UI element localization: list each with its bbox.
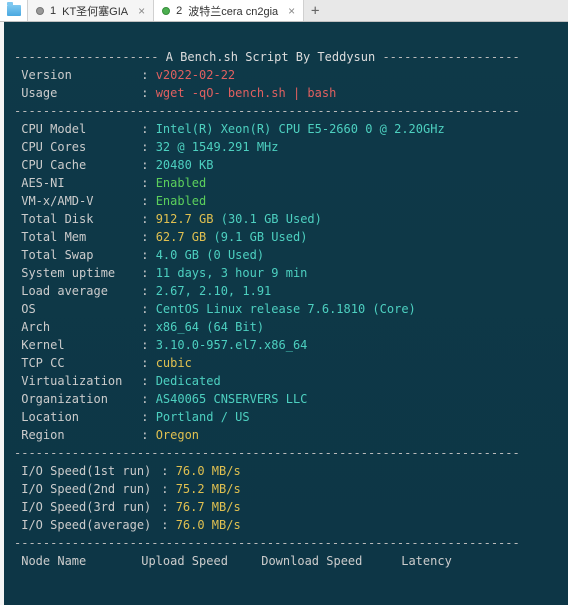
value-ioavg: 76.0 MB/s bbox=[176, 518, 241, 532]
tab-label: 波特兰cera cn2gia bbox=[188, 3, 278, 19]
label-io1: I/O Speed(1st run) bbox=[21, 462, 161, 480]
value-io2: 75.2 MB/s bbox=[176, 482, 241, 496]
label-location: Location bbox=[21, 408, 141, 426]
value-tcp-cc: cubic bbox=[156, 356, 192, 370]
value-total-mem: 62.7 GB bbox=[156, 230, 207, 244]
value-io1: 76.0 MB/s bbox=[176, 464, 241, 478]
divider: ----------------------------------------… bbox=[14, 104, 520, 118]
value-cpu-cache: 20480 KB bbox=[156, 158, 214, 172]
value-vmx: Enabled bbox=[156, 194, 207, 208]
folder-icon bbox=[7, 5, 21, 16]
value-cpu-model: Intel(R) Xeon(R) CPU E5-2660 0 @ 2.20GHz bbox=[156, 122, 445, 136]
label-io2: I/O Speed(2nd run) bbox=[21, 480, 161, 498]
label-uptime: System uptime bbox=[21, 264, 141, 282]
status-dot-active bbox=[162, 7, 170, 15]
value-kernel: 3.10.0-957.el7.x86_64 bbox=[156, 338, 308, 352]
tab-index: 2 bbox=[176, 5, 182, 17]
value-load-avg: 2.67, 2.10, 1.91 bbox=[156, 284, 272, 298]
col-latency: Latency bbox=[401, 552, 452, 570]
script-title: A Bench.sh Script By Teddysun bbox=[166, 50, 376, 64]
label-total-swap: Total Swap bbox=[21, 246, 141, 264]
value-io3: 76.7 MB/s bbox=[176, 500, 241, 514]
label-usage: Usage bbox=[21, 84, 141, 102]
col-node: Node Name bbox=[21, 552, 141, 570]
tab-label: KT圣何塞GIA bbox=[62, 3, 128, 19]
col-upload: Upload Speed bbox=[141, 552, 261, 570]
value-cpu-cores: 32 @ 1549.291 MHz bbox=[156, 140, 279, 154]
value-org: AS40065 CNSERVERS LLC bbox=[156, 392, 308, 406]
value-total-disk: 912.7 GB bbox=[156, 212, 214, 226]
label-io3: I/O Speed(3rd run) bbox=[21, 498, 161, 516]
label-kernel: Kernel bbox=[21, 336, 141, 354]
label-version: Version bbox=[21, 66, 141, 84]
label-cpu-cache: CPU Cache bbox=[21, 156, 141, 174]
note-total-disk: (30.1 GB Used) bbox=[221, 212, 322, 226]
label-region: Region bbox=[21, 426, 141, 444]
col-download: Download Speed bbox=[261, 552, 401, 570]
label-arch: Arch bbox=[21, 318, 141, 336]
label-total-disk: Total Disk bbox=[21, 210, 141, 228]
tab-1[interactable]: 1 KT圣何塞GIA × bbox=[28, 0, 154, 21]
terminal-output[interactable]: -------------------- A Bench.sh Script B… bbox=[0, 22, 568, 605]
tab-index: 1 bbox=[50, 5, 56, 17]
tab-bar: 1 KT圣何塞GIA × 2 波特兰cera cn2gia × + bbox=[0, 0, 568, 22]
value-total-swap: 4.0 GB bbox=[156, 248, 199, 262]
divider: -------------------- bbox=[14, 50, 166, 64]
label-ioavg: I/O Speed(average) bbox=[21, 516, 161, 534]
label-tcp-cc: TCP CC bbox=[21, 354, 141, 372]
value-region: Oregon bbox=[156, 428, 199, 442]
label-total-mem: Total Mem bbox=[21, 228, 141, 246]
note-total-mem: (9.1 GB Used) bbox=[214, 230, 308, 244]
label-aes-ni: AES-NI bbox=[21, 174, 141, 192]
value-location: Portland / US bbox=[156, 410, 250, 424]
value-virt: Dedicated bbox=[156, 374, 221, 388]
status-dot-inactive bbox=[36, 7, 44, 15]
value-aes-ni: Enabled bbox=[156, 176, 207, 190]
divider: ----------------------------------------… bbox=[14, 536, 520, 550]
divider: ------------------- bbox=[375, 50, 520, 64]
value-version: v2022-02-22 bbox=[156, 68, 235, 82]
close-icon[interactable]: × bbox=[288, 4, 295, 18]
label-org: Organization bbox=[21, 390, 141, 408]
note-total-swap: (0 Used) bbox=[206, 248, 264, 262]
note-arch: (64 Bit) bbox=[206, 320, 264, 334]
value-arch: x86_64 bbox=[156, 320, 199, 334]
close-icon[interactable]: × bbox=[138, 4, 145, 18]
add-tab-button[interactable]: + bbox=[304, 0, 326, 21]
value-usage: wget -qO- bench.sh | bash bbox=[156, 86, 337, 100]
value-uptime: 11 days, 3 hour 9 min bbox=[156, 266, 308, 280]
divider: ----------------------------------------… bbox=[14, 446, 520, 460]
label-cpu-cores: CPU Cores bbox=[21, 138, 141, 156]
folder-button[interactable] bbox=[0, 0, 28, 21]
label-cpu-model: CPU Model bbox=[21, 120, 141, 138]
tab-2[interactable]: 2 波特兰cera cn2gia × bbox=[154, 0, 304, 21]
label-load-avg: Load average bbox=[21, 282, 141, 300]
label-vmx: VM-x/AMD-V bbox=[21, 192, 141, 210]
label-virt: Virtualization bbox=[21, 372, 141, 390]
label-os: OS bbox=[21, 300, 141, 318]
value-os: CentOS Linux release 7.6.1810 (Core) bbox=[156, 302, 416, 316]
